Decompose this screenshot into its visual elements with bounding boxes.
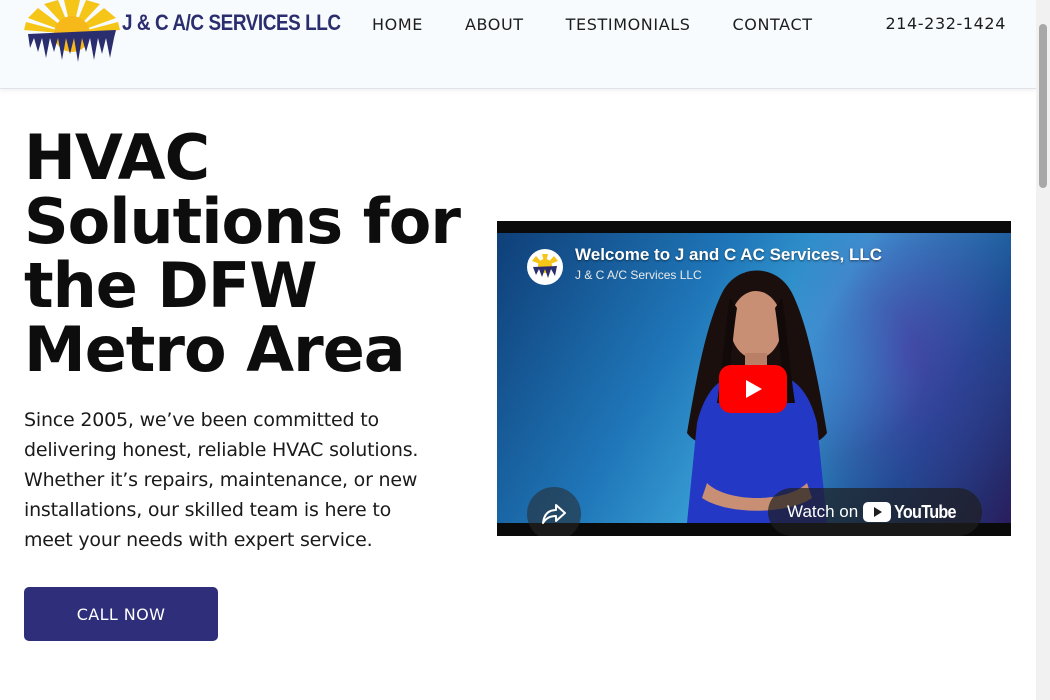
company-logo[interactable]: J & C A/C SERVICES LLC	[24, 0, 341, 64]
play-button[interactable]	[719, 365, 787, 413]
hero-description: Since 2005, we’ve been committed to deli…	[24, 409, 419, 551]
phone-link[interactable]: 214-232-1424	[885, 14, 1006, 33]
watch-on-label: Watch on	[787, 502, 859, 521]
nav-about[interactable]: ABOUT	[465, 14, 524, 36]
youtube-wordmark: YouTube	[894, 501, 957, 522]
share-icon	[542, 504, 566, 524]
share-button[interactable]	[527, 487, 581, 536]
main-nav: HOME ABOUT TESTIMONIALS CONTACT	[372, 14, 855, 36]
call-now-button[interactable]: CALL NOW	[24, 587, 218, 641]
scrollbar-thumb[interactable]	[1039, 24, 1047, 188]
channel-avatar[interactable]	[527, 249, 563, 285]
youtube-logo: YouTube	[863, 502, 963, 523]
video-embed[interactable]: Welcome to J and C AC Services, LLC J & …	[497, 221, 1011, 536]
youtube-icon	[863, 502, 892, 522]
page-scrollbar[interactable]	[1036, 0, 1050, 700]
watch-on-youtube-button[interactable]: Watch on YouTube	[768, 488, 982, 536]
sun-logo-icon	[532, 254, 558, 278]
nav-home[interactable]: HOME	[372, 14, 423, 36]
hero-title: HVAC Solutions for the DFW Metro Area	[24, 121, 461, 386]
video-channel-name[interactable]: J & C A/C Services LLC	[575, 268, 702, 282]
nav-testimonials[interactable]: TESTIMONIALS	[566, 14, 691, 36]
nav-contact[interactable]: CONTACT	[733, 14, 813, 36]
video-thumbnail[interactable]: Welcome to J and C AC Services, LLC J & …	[497, 233, 1011, 536]
play-icon	[746, 380, 762, 398]
sun-logo-icon	[24, 0, 120, 62]
site-header: J & C A/C SERVICES LLC HOME ABOUT TESTIM…	[0, 0, 1036, 89]
video-title[interactable]: Welcome to J and C AC Services, LLC	[575, 245, 882, 265]
logo-text: J & C A/C SERVICES LLC	[122, 10, 341, 35]
